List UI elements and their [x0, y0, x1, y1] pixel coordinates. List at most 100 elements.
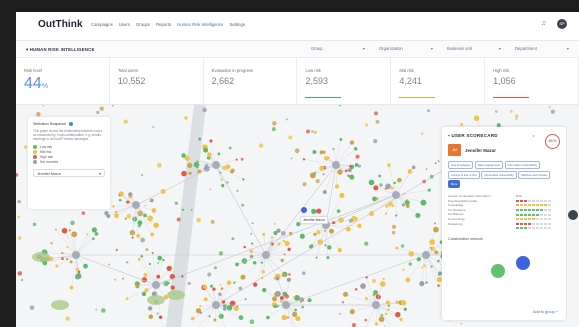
graph-node[interactable]: [226, 181, 229, 184]
graph-node[interactable]: [437, 273, 441, 276]
graph-node[interactable]: [419, 281, 425, 287]
stat-evaluation-in-progress[interactable]: Evaluation in progress 2,662: [204, 58, 298, 104]
graph-node[interactable]: [387, 163, 391, 167]
graph-node[interactable]: [148, 314, 154, 320]
graph-node[interactable]: [284, 240, 290, 247]
graph-node[interactable]: [181, 208, 185, 211]
tag[interactable]: Information vulnerability: [481, 170, 517, 179]
graph-node[interactable]: [391, 204, 395, 208]
tag-more-button[interactable]: More: [448, 180, 461, 188]
nav-settings[interactable]: Settings: [229, 22, 245, 27]
graph-node[interactable]: [347, 168, 352, 173]
graph-node[interactable]: [262, 232, 266, 236]
graph-node[interactable]: [327, 245, 332, 250]
graph-node[interactable]: [249, 319, 255, 325]
graph-node[interactable]: [92, 237, 95, 241]
graph-node[interactable]: [81, 211, 86, 215]
graph-node[interactable]: [207, 272, 212, 277]
graph-node[interactable]: [266, 315, 270, 320]
graph-node[interactable]: [111, 105, 114, 107]
graph-node[interactable]: [240, 274, 246, 280]
graph-node[interactable]: [378, 316, 385, 323]
graph-node[interactable]: [326, 256, 330, 260]
graph-node[interactable]: [281, 314, 287, 321]
graph-node[interactable]: [311, 130, 314, 133]
graph-node[interactable]: [199, 304, 202, 308]
graph-node[interactable]: [126, 261, 129, 264]
graph-node[interactable]: [226, 280, 232, 285]
graph-node[interactable]: [339, 138, 343, 141]
graph-node[interactable]: [249, 249, 253, 254]
graph-node[interactable]: [473, 115, 480, 122]
graph-node[interactable]: [355, 217, 359, 221]
graph-node[interactable]: [460, 123, 463, 126]
graph-node[interactable]: [91, 227, 97, 233]
graph-node[interactable]: [187, 162, 193, 168]
graph-node[interactable]: [354, 163, 359, 167]
graph-node[interactable]: [235, 158, 238, 161]
graph-node[interactable]: [157, 261, 159, 264]
graph-node[interactable]: [279, 296, 284, 301]
graph-node[interactable]: [69, 285, 74, 290]
close-icon[interactable]: ×: [532, 134, 535, 140]
graph-node[interactable]: [288, 273, 291, 276]
graph-node[interactable]: [372, 196, 377, 202]
graph-node[interactable]: [368, 179, 375, 186]
graph-node[interactable]: [280, 258, 284, 263]
graph-node[interactable]: [152, 126, 155, 128]
graph-node[interactable]: [273, 230, 278, 236]
graph-node[interactable]: [214, 266, 218, 270]
graph-node[interactable]: [421, 266, 424, 269]
graph-node[interactable]: [313, 232, 317, 236]
tag[interactable]: Low knowledge: [448, 161, 474, 169]
graph-node[interactable]: [114, 278, 117, 281]
graph-node[interactable]: [387, 308, 390, 311]
graph-node[interactable]: [251, 222, 254, 225]
graph-node[interactable]: [302, 182, 307, 187]
graph-node[interactable]: [242, 178, 245, 181]
graph-node[interactable]: [427, 188, 431, 192]
graph-node[interactable]: [384, 187, 387, 190]
graph-node[interactable]: [344, 169, 348, 173]
graph-node[interactable]: [337, 248, 342, 253]
graph-node[interactable]: [157, 162, 162, 168]
user-avatar-small[interactable]: [568, 210, 578, 220]
graph-node[interactable]: [378, 174, 382, 178]
graph-node[interactable]: [307, 298, 312, 303]
graph-node[interactable]: [437, 160, 440, 163]
graph-node[interactable]: [241, 203, 245, 207]
graph-node[interactable]: [279, 299, 284, 303]
graph-node[interactable]: [70, 220, 75, 226]
graph-node[interactable]: [124, 217, 127, 220]
app-logo[interactable]: OutThink: [38, 19, 83, 30]
graph-node[interactable]: [322, 173, 325, 176]
graph-node[interactable]: [202, 107, 207, 113]
graph-node[interactable]: [141, 173, 144, 177]
graph-node[interactable]: [311, 208, 317, 215]
graph-node[interactable]: [184, 116, 189, 120]
graph-node[interactable]: [358, 164, 362, 168]
graph-node[interactable]: [351, 322, 357, 327]
graph-node[interactable]: [149, 198, 154, 203]
graph-node[interactable]: [262, 287, 267, 293]
graph-node[interactable]: [324, 229, 326, 232]
graph-node[interactable]: [203, 297, 208, 302]
graph-node[interactable]: [400, 300, 407, 306]
graph-node[interactable]: [364, 241, 369, 246]
graph-node[interactable]: [42, 105, 45, 107]
graph-node[interactable]: [250, 242, 254, 245]
graph-node[interactable]: [236, 305, 239, 308]
graph-node[interactable]: [415, 212, 421, 219]
filter-group[interactable]: Group ▾: [311, 46, 365, 51]
graph-node[interactable]: [302, 158, 306, 161]
graph-node[interactable]: [284, 294, 290, 299]
graph-node[interactable]: [156, 274, 161, 279]
graph-node[interactable]: [399, 317, 403, 322]
graph-node[interactable]: [69, 260, 73, 264]
user-name[interactable]: Jennifer Mazur: [465, 148, 496, 153]
graph-node[interactable]: [210, 284, 214, 288]
graph-node[interactable]: [158, 315, 163, 319]
graph-node[interactable]: [244, 298, 247, 301]
graph-node[interactable]: [220, 287, 224, 290]
graph-node[interactable]: [405, 204, 410, 208]
